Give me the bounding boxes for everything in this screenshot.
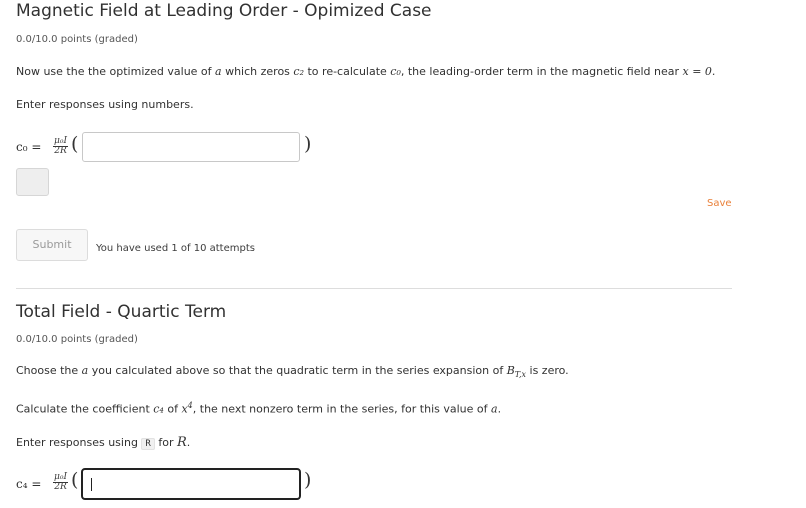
text-cursor xyxy=(91,478,92,491)
problem-description: Choose the a you calculated above so tha… xyxy=(16,364,569,380)
close-paren: ) xyxy=(304,133,312,155)
problem-title: Magnetic Field at Leading Order - Opimiz… xyxy=(16,1,432,21)
code-hint: R xyxy=(141,438,155,450)
open-paren: ( xyxy=(71,469,79,491)
problem-title: Total Field - Quartic Term xyxy=(16,302,227,322)
problem-description: Now use the the optimized value of a whi… xyxy=(16,65,716,78)
answer-status-indicator xyxy=(16,168,49,196)
open-paren: ( xyxy=(71,133,79,155)
c4-answer-input[interactable] xyxy=(81,468,301,500)
formula-fraction: μ₀I 2R xyxy=(53,136,69,156)
save-button[interactable]: Save xyxy=(707,198,732,209)
formula-fraction: μ₀I 2R xyxy=(53,472,69,492)
c0-answer-input[interactable] xyxy=(82,132,300,162)
points-label: 0.0/10.0 points (graded) xyxy=(16,34,138,45)
instructions-text: Enter responses using numbers. xyxy=(16,98,194,111)
problem-description-2: Calculate the coefficient c₄ of x4, the … xyxy=(16,401,502,416)
attempts-text: You have used 1 of 10 attempts xyxy=(96,243,255,254)
close-paren: ) xyxy=(304,469,312,491)
formula-variable: c₀ = xyxy=(16,140,42,154)
submit-button[interactable]: Submit xyxy=(16,229,88,261)
instructions-text: Enter responses using R for R. xyxy=(16,435,191,450)
formula-variable: c₄ = xyxy=(16,477,42,491)
section-divider xyxy=(16,288,732,289)
points-label: 0.0/10.0 points (graded) xyxy=(16,334,138,345)
